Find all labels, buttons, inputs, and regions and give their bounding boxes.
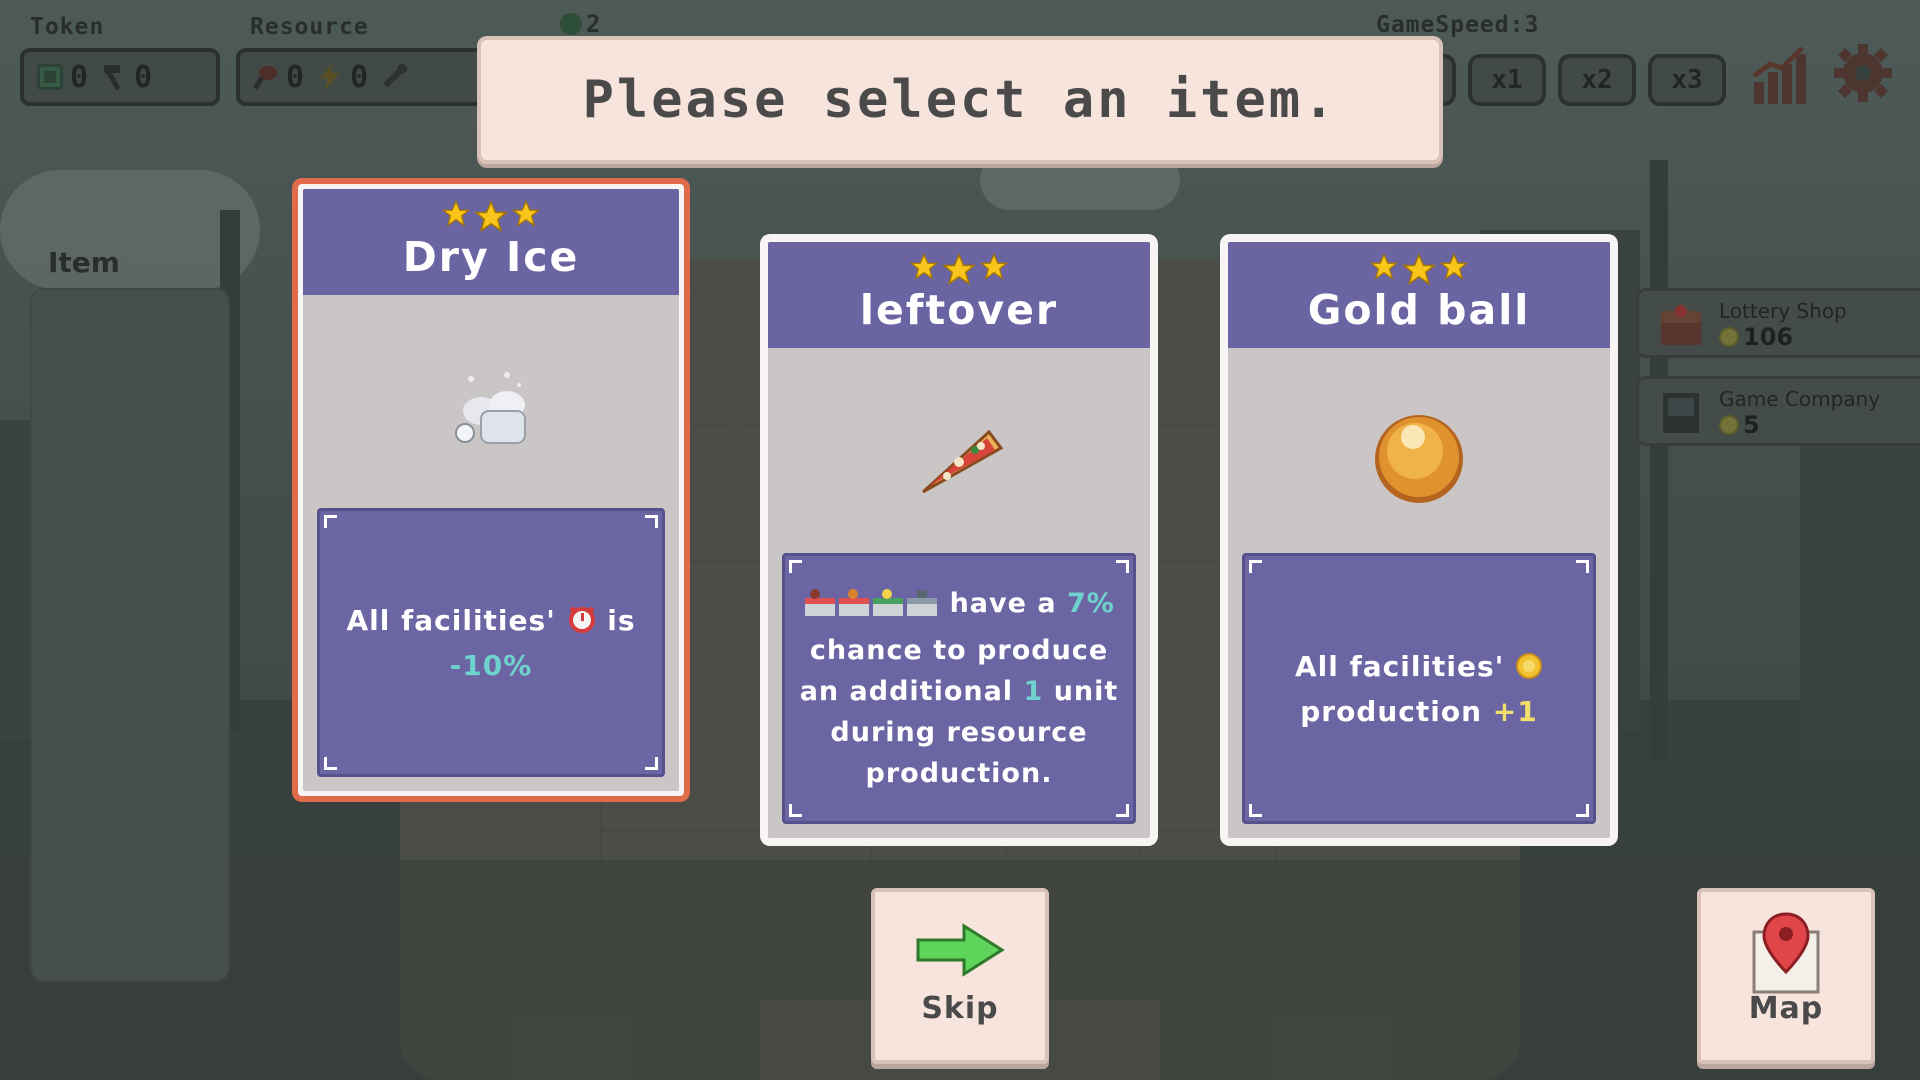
desc-value: +1 xyxy=(1492,694,1538,728)
card-body: Gold ball All facilities' production +1 xyxy=(1228,242,1610,838)
food-stall-icon xyxy=(803,588,837,630)
desc-line-5: production. xyxy=(865,758,1053,789)
card-name: Dry Ice xyxy=(402,233,580,281)
corner-mark xyxy=(645,515,658,528)
description-text: All facilities' is -10% xyxy=(334,600,648,686)
corner-mark xyxy=(1116,560,1129,573)
map-button[interactable]: Map xyxy=(1697,888,1875,1064)
map-label: Map xyxy=(1748,991,1824,1026)
star-icon xyxy=(941,253,977,286)
arrow-right-icon xyxy=(916,923,1005,977)
desc-line-1: have a 7% xyxy=(800,583,1119,630)
tool-stall-icon xyxy=(905,588,939,630)
chicken-stall-icon xyxy=(837,588,871,630)
skip-button[interactable]: Skip xyxy=(871,888,1049,1064)
card-image xyxy=(303,357,679,467)
desc-line-1: All facilities' xyxy=(1295,646,1543,691)
card-image xyxy=(768,402,1150,512)
star-icon xyxy=(1401,253,1437,286)
star-icon xyxy=(473,200,509,233)
card-body: leftover have a 7% chance to produce an … xyxy=(768,242,1150,838)
description-text: have a 7% chance to produce an additiona… xyxy=(800,583,1119,794)
desc-prefix: All facilities' xyxy=(1294,649,1505,683)
corner-mark xyxy=(324,757,337,770)
corner-mark xyxy=(1116,804,1129,817)
card-header: Gold ball xyxy=(1228,242,1610,348)
card-description: All facilities' is -10% xyxy=(317,508,665,777)
desc-mid: have a xyxy=(949,588,1057,619)
item-card-dry-ice[interactable]: Dry Ice All facilities' is -10% xyxy=(292,178,690,802)
desc-mid: is xyxy=(607,603,636,637)
gold-ball-icon xyxy=(1375,415,1463,503)
star-icon xyxy=(979,252,1009,280)
desc-line-4: during resource xyxy=(830,717,1088,748)
card-description: All facilities' production +1 xyxy=(1242,553,1596,824)
star-icon xyxy=(1369,252,1399,280)
desc-line-3: an additional 1 unit xyxy=(800,671,1119,712)
corner-mark xyxy=(789,804,802,817)
pizza-slice-icon xyxy=(921,429,1004,494)
map-icon-wrap xyxy=(1701,910,1871,996)
item-card-leftover[interactable]: leftover have a 7% chance to produce an … xyxy=(760,234,1158,846)
desc-prefix: All facilities' xyxy=(346,603,556,637)
card-header: Dry Ice xyxy=(303,189,679,295)
card-image xyxy=(1228,402,1610,512)
dry-ice-icon xyxy=(455,372,526,444)
desc-unit: 1 xyxy=(1023,676,1044,707)
banana-stall-icon xyxy=(871,588,905,630)
desc-line3b: unit xyxy=(1053,676,1119,707)
skip-label: Skip xyxy=(921,991,999,1026)
star-icon xyxy=(909,252,939,280)
coin-icon xyxy=(1515,650,1543,691)
card-name: Gold ball xyxy=(1307,286,1531,334)
star-rating xyxy=(768,242,1150,288)
card-description: have a 7% chance to produce an additiona… xyxy=(782,553,1136,824)
card-header: leftover xyxy=(768,242,1150,348)
star-rating xyxy=(303,189,679,235)
desc-pct: 7% xyxy=(1066,588,1115,619)
star-icon xyxy=(441,199,471,227)
map-pin-icon xyxy=(1752,912,1820,994)
corner-mark xyxy=(1249,560,1262,573)
star-icon xyxy=(511,199,541,227)
desc-line3a: an additional xyxy=(799,676,1014,707)
item-card-gold-ball[interactable]: Gold ball All facilities' production +1 xyxy=(1220,234,1618,846)
card-name: leftover xyxy=(859,286,1059,334)
star-rating xyxy=(1228,242,1610,288)
desc-value: -10% xyxy=(449,648,533,682)
corner-mark xyxy=(1576,804,1589,817)
star-icon xyxy=(1439,252,1469,280)
desc-line-2: production +1 xyxy=(1295,691,1543,732)
skip-icon-wrap xyxy=(875,922,1045,978)
selection-prompt: Please select an item. xyxy=(477,36,1443,164)
alarm-clock-icon xyxy=(567,604,597,645)
description-text: All facilities' production +1 xyxy=(1295,646,1543,732)
desc-line-2: chance to produce xyxy=(809,635,1109,666)
corner-mark xyxy=(1576,560,1589,573)
corner-mark xyxy=(324,515,337,528)
desc-line2: production xyxy=(1300,694,1483,728)
card-body: Dry Ice All facilities' is -10% xyxy=(303,189,679,791)
corner-mark xyxy=(1249,804,1262,817)
corner-mark xyxy=(789,560,802,573)
corner-mark xyxy=(645,757,658,770)
